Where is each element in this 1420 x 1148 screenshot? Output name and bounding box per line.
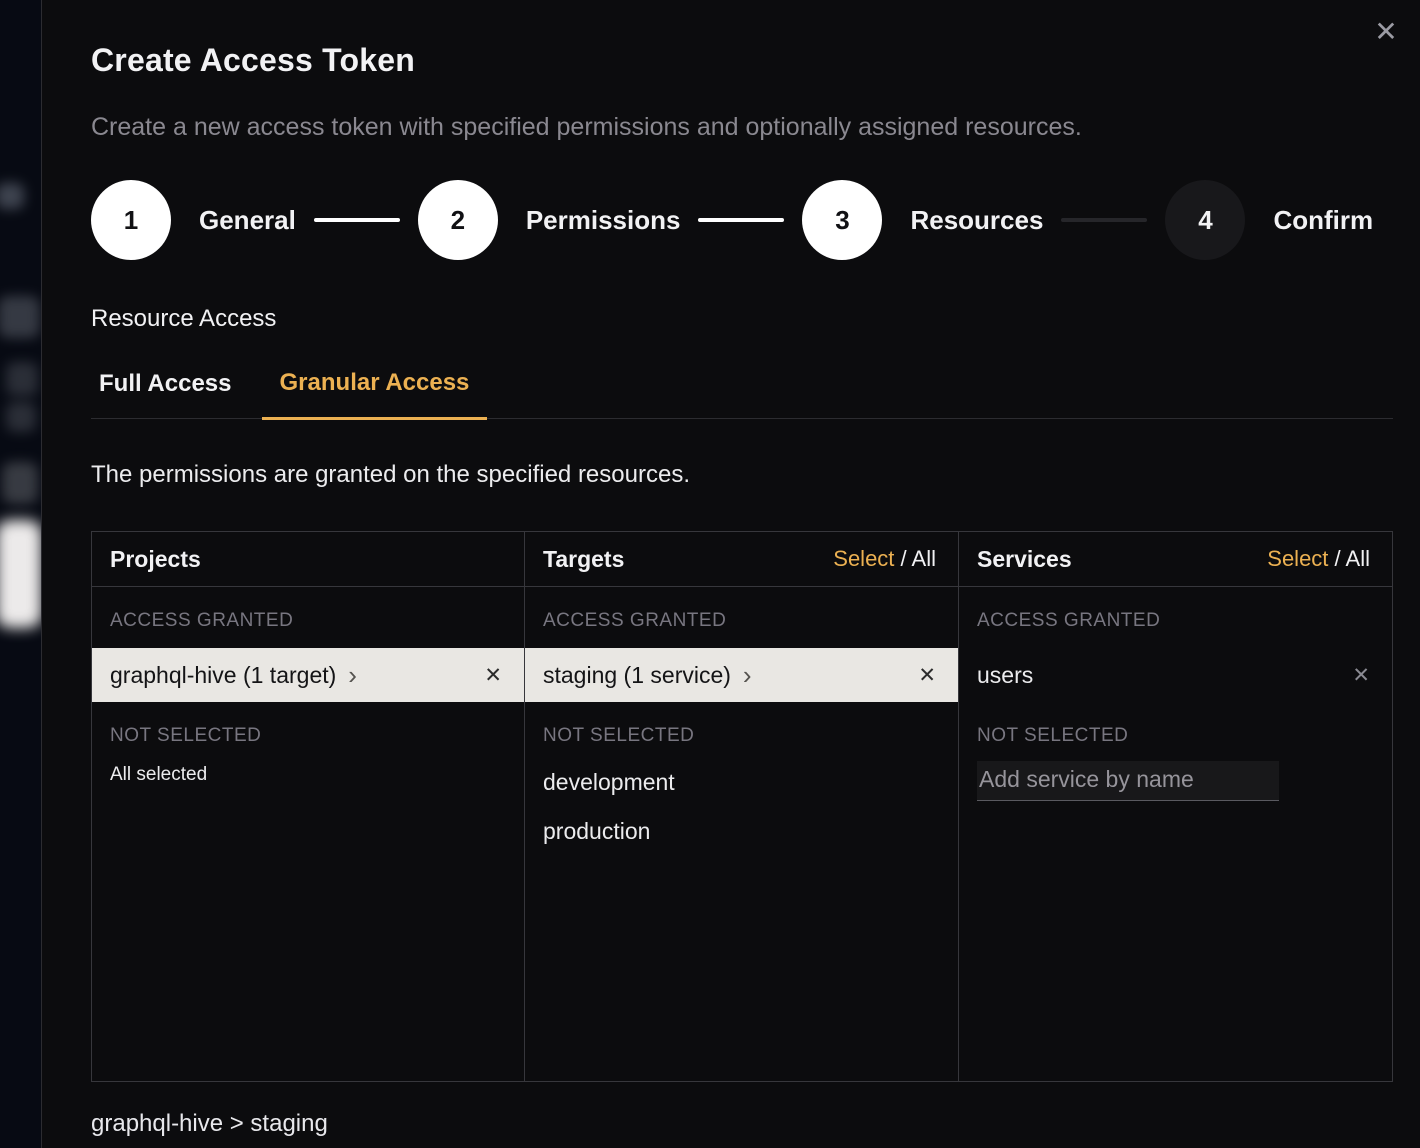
services-select-link[interactable]: Select xyxy=(1267,546,1328,571)
dialog-subtitle: Create a new access token with specified… xyxy=(91,113,1392,142)
granted-service-row[interactable]: users ✕ xyxy=(959,648,1392,702)
tab-full-access[interactable]: Full Access xyxy=(91,370,240,418)
backdrop-blur-blob xyxy=(2,462,38,504)
services-select-all: Select / All xyxy=(1267,546,1370,572)
target-option-production[interactable]: production xyxy=(543,818,940,845)
remove-project-icon[interactable]: ✕ xyxy=(484,663,502,688)
granted-target-label: staging (1 service) xyxy=(543,662,731,689)
targets-select-all: Select / All xyxy=(833,546,936,572)
access-granted-label: ACCESS GRANTED xyxy=(110,610,506,632)
step-label: Resources xyxy=(910,205,1043,236)
access-mode-tabs: Full Access Granular Access xyxy=(91,369,1393,419)
step-number-badge: 2 xyxy=(418,180,498,260)
targets-select-link[interactable]: Select xyxy=(833,546,894,571)
chevron-right-icon[interactable]: › xyxy=(348,665,357,685)
step-label: Confirm xyxy=(1273,205,1373,236)
granted-project-row[interactable]: graphql-hive (1 target) › ✕ xyxy=(92,648,524,702)
target-option-development[interactable]: development xyxy=(543,769,940,796)
resource-access-heading: Resource Access xyxy=(91,305,1392,333)
granted-project-label: graphql-hive (1 target) xyxy=(110,662,336,689)
services-column-header: Services Select / All xyxy=(959,532,1392,587)
select-all-separator: / xyxy=(894,546,911,571)
backdrop-blur-blob xyxy=(0,183,24,209)
not-selected-label: NOT SELECTED xyxy=(110,725,506,747)
access-granted-label: ACCESS GRANTED xyxy=(543,610,940,632)
step-number-badge: 1 xyxy=(91,180,171,260)
granular-access-description: The permissions are granted on the speci… xyxy=(91,461,1392,489)
targets-column: Targets Select / All ACCESS GRANTED stag… xyxy=(525,532,959,1081)
backdrop-blur-blob xyxy=(6,402,36,432)
step-number-badge: 4 xyxy=(1165,180,1245,260)
not-selected-label: NOT SELECTED xyxy=(977,725,1374,747)
targets-column-header: Targets Select / All xyxy=(525,532,958,587)
tab-granular-access[interactable]: Granular Access xyxy=(262,369,488,420)
wizard-stepper: 1 General 2 Permissions 3 Resources 4 Co… xyxy=(91,180,1392,260)
services-column: Services Select / All ACCESS GRANTED use… xyxy=(959,532,1392,1081)
remove-target-icon[interactable]: ✕ xyxy=(918,663,936,688)
step-connector xyxy=(1061,218,1147,222)
services-column-title: Services xyxy=(977,546,1072,573)
all-selected-note: All selected xyxy=(110,764,506,786)
add-service-input[interactable] xyxy=(977,761,1279,801)
targets-column-title: Targets xyxy=(543,546,624,573)
remove-service-icon[interactable]: ✕ xyxy=(1352,663,1370,688)
targets-all-link[interactable]: All xyxy=(912,546,936,571)
step-connector xyxy=(698,218,784,222)
step-label: General xyxy=(199,205,296,236)
step-resources[interactable]: 3 Resources xyxy=(802,180,1043,260)
projects-column-header: Projects xyxy=(92,532,524,587)
resource-selection-table: Projects ACCESS GRANTED graphql-hive (1 … xyxy=(91,531,1393,1082)
backdrop-blur-blob xyxy=(6,362,38,396)
chevron-right-icon[interactable]: › xyxy=(743,665,752,685)
backdrop-blur-blob xyxy=(0,296,40,338)
close-icon[interactable]: ✕ xyxy=(1368,14,1404,50)
services-all-link[interactable]: All xyxy=(1346,546,1370,571)
page-backdrop xyxy=(0,0,41,1148)
not-selected-label: NOT SELECTED xyxy=(543,725,940,747)
select-all-separator: / xyxy=(1328,546,1345,571)
dialog-title: Create Access Token xyxy=(91,42,1392,79)
step-permissions[interactable]: 2 Permissions xyxy=(418,180,681,260)
step-connector xyxy=(314,218,400,222)
backdrop-blur-blob xyxy=(0,520,41,628)
access-granted-label: ACCESS GRANTED xyxy=(977,610,1374,632)
breadcrumb: graphql-hive > staging xyxy=(91,1110,1392,1138)
projects-column: Projects ACCESS GRANTED graphql-hive (1 … xyxy=(92,532,525,1081)
step-general[interactable]: 1 General xyxy=(91,180,296,260)
projects-column-title: Projects xyxy=(110,546,201,573)
step-confirm[interactable]: 4 Confirm xyxy=(1165,180,1373,260)
granted-target-row[interactable]: staging (1 service) › ✕ xyxy=(525,648,958,702)
step-label: Permissions xyxy=(526,205,681,236)
granted-service-label: users xyxy=(977,662,1033,689)
step-number-badge: 3 xyxy=(802,180,882,260)
create-access-token-dialog: ✕ Create Access Token Create a new acces… xyxy=(41,0,1420,1148)
